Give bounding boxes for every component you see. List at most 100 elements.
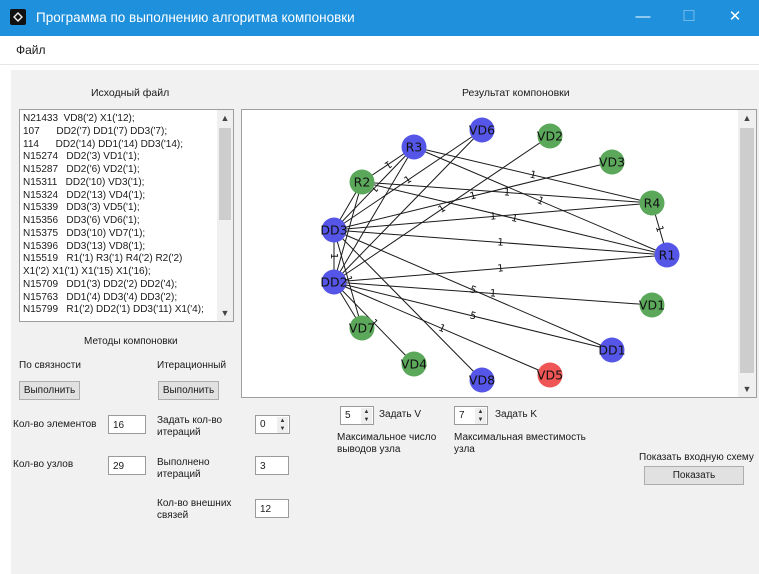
edge-label: 1 <box>489 288 496 299</box>
k-spinbox[interactable]: 7 ▲ ▼ <box>454 406 488 425</box>
node-label: VD3 <box>599 155 625 170</box>
edge-label: 1 <box>653 225 665 234</box>
app-icon <box>10 9 26 25</box>
show-input-scheme-label: Показать входную схему <box>639 452 754 463</box>
node-label: VD4 <box>401 357 427 372</box>
done-iterations-label: Выполнено итераций <box>157 457 210 480</box>
source-line: N15396 DD3('13) VD8('1); <box>23 240 146 252</box>
source-line: N15799 R1('2) DD2('1) DD3('11) X1('4); <box>23 304 204 316</box>
edge-label: 1 <box>535 195 545 208</box>
source-line: N15356 DD3('6) VD6('1); <box>23 215 140 226</box>
scroll-up-icon[interactable]: ▲ <box>217 110 233 126</box>
external-links-label: Кол-во внешних связей <box>157 498 232 521</box>
node-label: DD2 <box>320 275 347 290</box>
connectivity-method-label: По связности <box>19 360 81 371</box>
set-v-button[interactable]: Задать V <box>379 409 421 421</box>
edge-label: 1 <box>328 253 339 259</box>
source-line: X1('2) X1('1) X1('15) X1('16); <box>23 266 151 277</box>
node-label: VD6 <box>469 123 495 138</box>
node-label: VD5 <box>537 368 563 383</box>
nodes-count-label: Кол-во узлов <box>13 459 74 470</box>
iterations-spinbox[interactable]: 0 ▲ ▼ <box>255 415 290 434</box>
node-label: VD1 <box>639 298 665 313</box>
iterations-value: 0 <box>260 419 266 430</box>
layout-graph: 1111 11111111511151 11VD6 VD2R3VD3R2R4DD3R1… <box>320 117 680 393</box>
spin-down-icon[interactable]: ▼ <box>475 416 486 424</box>
node-label: DD3 <box>320 223 347 238</box>
k-value: 7 <box>459 410 465 421</box>
nodes-count-field[interactable]: 29 <box>108 456 146 475</box>
run-iterative-button[interactable]: Выполнить <box>158 381 219 400</box>
edge-label: 1 <box>497 237 504 248</box>
node-label: R2 <box>354 175 371 190</box>
source-line: N15519 R1('1) R3('1) R4('2) R2('2) <box>23 253 183 265</box>
spin-down-icon[interactable]: ▼ <box>361 416 372 424</box>
scroll-thumb[interactable] <box>219 128 231 220</box>
elements-count-field[interactable]: 16 <box>108 415 146 434</box>
result-scrollbar[interactable]: ▲ ▼ <box>738 110 756 397</box>
edge-label: 1 <box>437 203 448 216</box>
iterative-method-label: Итерационный <box>157 360 227 371</box>
spin-up-icon[interactable]: ▲ <box>475 408 486 416</box>
source-line: 107 DD2('7) DD1('7) DD3('7); <box>23 125 168 137</box>
menu-file[interactable]: Файл <box>16 43 46 57</box>
main-form: Исходный файл N21433 VD8('2) X1('12); 107… <box>11 70 759 574</box>
v-spinbox[interactable]: 5 ▲ ▼ <box>340 406 374 425</box>
source-file-text[interactable]: N21433 VD8('2) X1('12); 107 DD2('7) DD1('… <box>19 109 234 322</box>
v-value: 5 <box>345 410 351 421</box>
source-line: N15274 DD2('3) VD1('1); <box>23 151 140 163</box>
source-line: N15287 DD2('6) VD2('1); <box>23 164 140 175</box>
source-line: N15311 DD2('10) VD3('1); <box>23 176 145 188</box>
edge-label: 5 <box>468 284 478 297</box>
spin-up-icon[interactable]: ▲ <box>277 417 288 425</box>
source-line: N15324 DD2('13) VD4('1); <box>23 189 146 201</box>
edge-label: 1 <box>489 211 496 222</box>
graph-edge-R3-DD2 <box>333 146 415 283</box>
spin-up-icon[interactable]: ▲ <box>361 408 372 416</box>
node-label: R3 <box>406 140 423 155</box>
edge-label: 1 <box>529 169 538 181</box>
node-label: VD2 <box>537 129 563 144</box>
window-title: Программа по выполнению алгоритма компон… <box>36 10 355 25</box>
source-scrollbar[interactable]: ▲ ▼ <box>217 110 233 321</box>
maximize-button[interactable]: ☐ <box>666 0 712 36</box>
v-caption: Максимальное число выводов узла <box>337 432 437 455</box>
node-label: VD8 <box>469 373 495 388</box>
source-lines: N21433 VD8('2) X1('12); 107 DD2('7) DD1('… <box>23 113 223 317</box>
node-label: VD7 <box>349 321 375 336</box>
menu-bar: Файл <box>0 36 759 65</box>
source-line: N15709 DD1('3) DD2('2) DD2('4); <box>23 278 178 290</box>
scroll-up-icon[interactable]: ▲ <box>738 110 756 126</box>
edge-label: 5 <box>468 310 477 322</box>
scroll-down-icon[interactable]: ▼ <box>738 381 756 397</box>
source-line: N15375 DD3('10) VD7('1); <box>23 227 146 239</box>
source-line: N21433 VD8('2) X1('12); <box>23 113 135 124</box>
k-caption: Максимальная вместимость узла <box>454 432 586 455</box>
spin-down-icon[interactable]: ▼ <box>277 425 288 433</box>
elements-count-label: Кол-во элементов <box>13 419 97 430</box>
edge-label: 1 <box>469 190 478 202</box>
result-header: Результат компоновки <box>462 87 570 99</box>
node-label: R1 <box>659 248 676 263</box>
source-line: N15763 DD1('4) DD3('4) DD3('2); <box>23 291 178 303</box>
edge-label: 1 <box>497 263 504 274</box>
title-bar: Программа по выполнению алгоритма компон… <box>0 0 759 36</box>
edge-label: 1 <box>437 323 447 336</box>
node-label: DD1 <box>598 343 625 358</box>
methods-header: Методы компоновки <box>84 336 178 347</box>
minimize-button[interactable]: — <box>620 0 666 36</box>
scroll-thumb[interactable] <box>740 128 754 373</box>
edge-label: 1 <box>503 187 510 198</box>
run-connectivity-button[interactable]: Выполнить <box>19 381 80 400</box>
source-line: 114 DD2('14) DD1('14) DD3('14); <box>23 138 184 150</box>
set-k-button[interactable]: Задать K <box>495 409 537 421</box>
result-graph-pane[interactable]: 1 1 1 1 1 1 1 1 1 1 1 1 5 1 1 1 5 1 1 1 VD6 VD2 R3 VD3 R2 R4 DD3 R1… <box>241 109 757 398</box>
node-label: R4 <box>644 196 661 211</box>
set-iterations-label: Задать кол-во итераций <box>157 415 223 438</box>
edge-label: 1 <box>382 158 393 171</box>
external-links-field[interactable]: 12 <box>255 499 289 518</box>
scroll-down-icon[interactable]: ▼ <box>217 305 233 321</box>
show-button[interactable]: Показать <box>644 466 744 485</box>
done-iterations-field[interactable]: 3 <box>255 456 289 475</box>
close-button[interactable]: ✕ <box>712 0 758 36</box>
